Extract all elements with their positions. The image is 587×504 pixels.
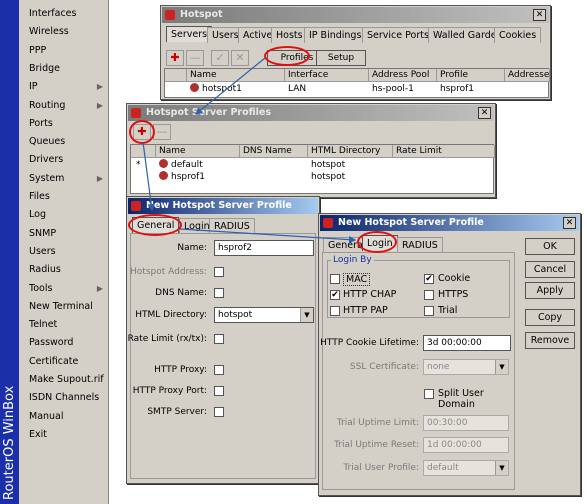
annotation-arrows <box>142 57 357 244</box>
arrow-general-to-login <box>179 228 357 244</box>
arrow-profiles-to-window <box>195 57 266 115</box>
arrow-add-to-new <box>142 141 155 212</box>
